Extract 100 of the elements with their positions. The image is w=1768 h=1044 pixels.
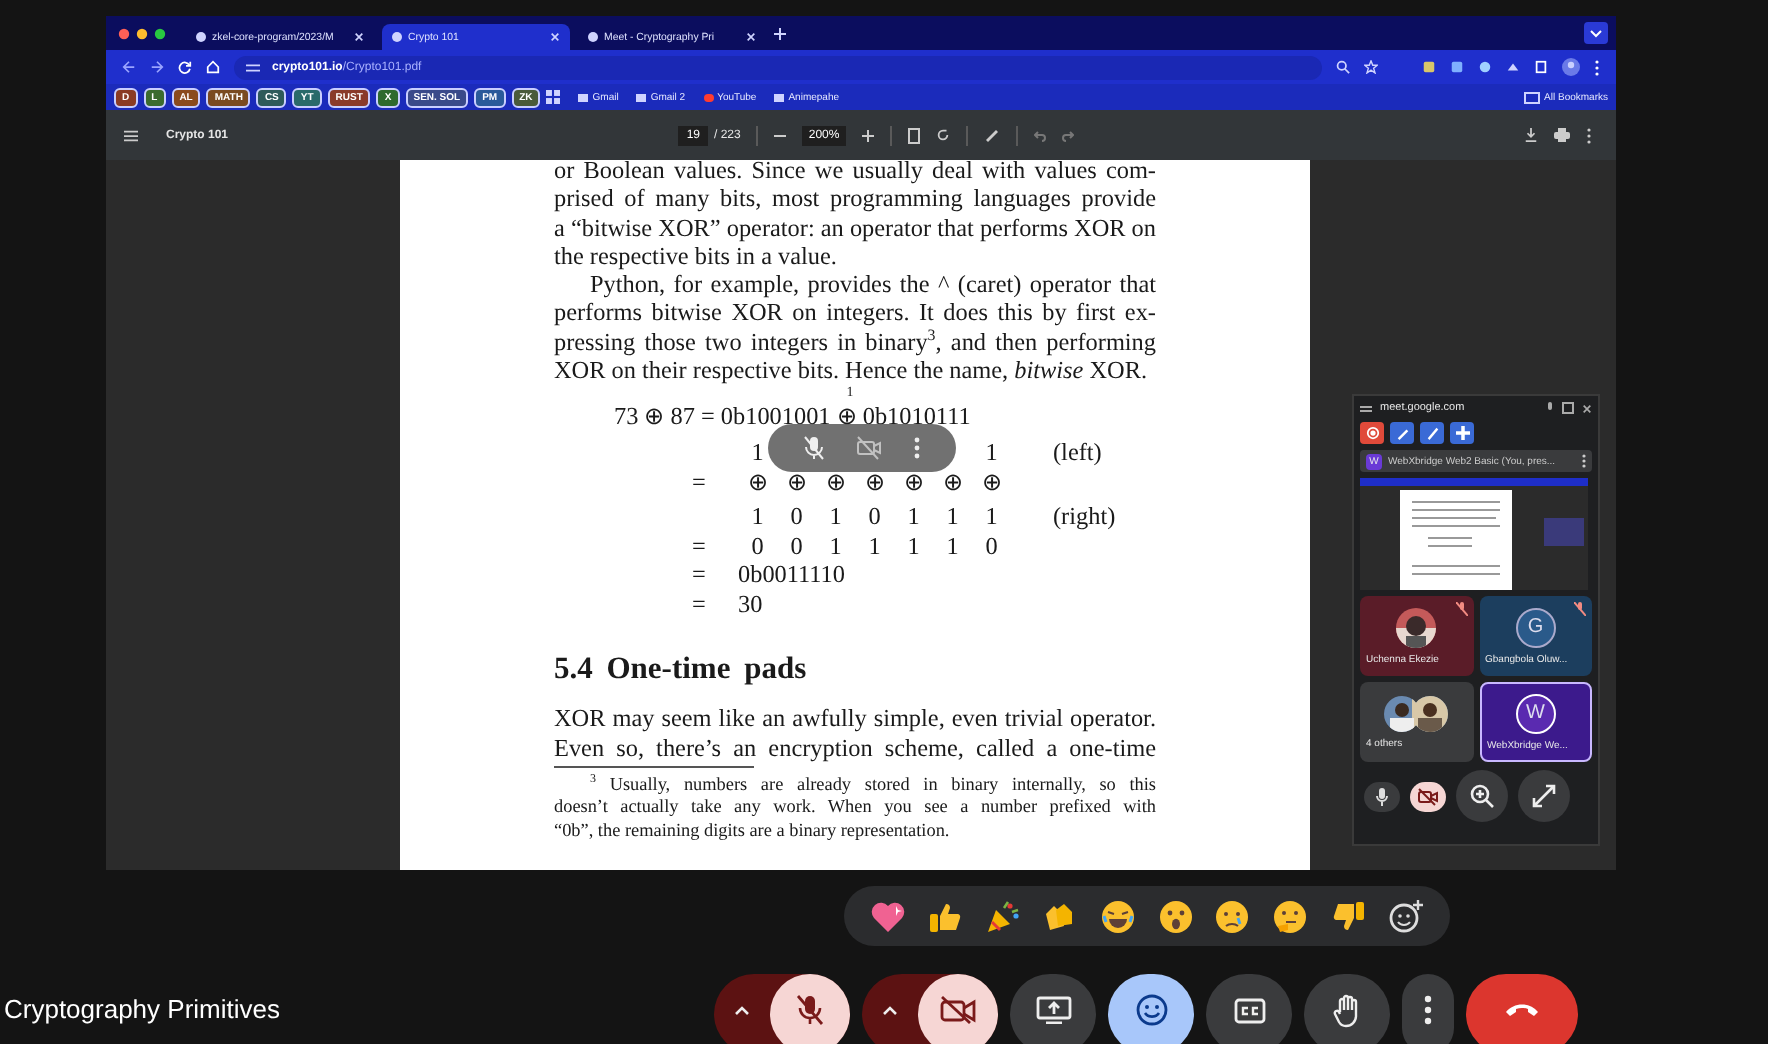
caret-icon[interactable] [882, 1005, 898, 1015]
camera-icon[interactable] [940, 996, 976, 1024]
hand-icon[interactable] [1331, 993, 1363, 1027]
redo-icon[interactable] [1061, 129, 1074, 141]
math-result: 30 [738, 589, 763, 619]
star-icon[interactable] [1364, 60, 1378, 74]
surprised-face-icon[interactable] [1157, 899, 1194, 933]
laughing-face-icon[interactable] [1100, 899, 1137, 933]
apps-icon[interactable] [546, 90, 561, 104]
mic-button[interactable] [1364, 781, 1400, 811]
back-icon[interactable] [122, 60, 136, 74]
math-digit: ⊕ [901, 467, 926, 497]
math-digit: 1 [866, 531, 883, 561]
zoom-in-button[interactable] [1456, 770, 1508, 822]
thumbs-down-icon[interactable] [1329, 899, 1366, 933]
fit-page-icon[interactable] [907, 127, 920, 143]
section-heading: 5.4 One-time pads [554, 652, 809, 689]
zoom-out-icon[interactable] [774, 129, 787, 141]
extensions-icon[interactable] [1534, 60, 1548, 74]
add-reaction-icon[interactable] [1387, 899, 1424, 933]
math-digit: 1 [944, 531, 961, 561]
math-digit: 1 [983, 502, 1000, 532]
smiley-icon[interactable] [1135, 994, 1167, 1026]
math-digit: 1 [749, 502, 766, 532]
pen-button[interactable] [1390, 422, 1414, 444]
home-icon[interactable] [206, 60, 220, 74]
more-icon[interactable] [1586, 127, 1593, 143]
present-screen-button[interactable] [1010, 974, 1096, 1044]
profile-icon[interactable] [1562, 58, 1580, 76]
swap-icon[interactable] [1360, 403, 1372, 413]
pointer-icon[interactable] [1455, 426, 1469, 440]
phone-icon[interactable] [1504, 1002, 1540, 1018]
mic-icon[interactable] [1546, 402, 1554, 414]
raise-hand-button[interactable] [1304, 974, 1390, 1044]
caret-icon[interactable] [734, 1005, 750, 1015]
pen-icon[interactable] [1425, 426, 1439, 440]
more-options-button[interactable] [1402, 974, 1454, 1044]
pen-icon[interactable] [1395, 426, 1409, 440]
body-paragraph: or Boolean values. Since we usually deal with values com- prised of many bits, most programming languages provide a “bitwise XOR” operator: an operator that performs XOR on the respective bits in a value. [554, 160, 1156, 271]
meeting-title: Cryptography Primitives [4, 994, 280, 1024]
download-icon[interactable] [1524, 128, 1539, 142]
captions-icon[interactable] [1233, 997, 1265, 1023]
more-icon[interactable] [1424, 994, 1432, 1026]
captions-button[interactable] [1206, 974, 1292, 1044]
math-digit: 1 [749, 438, 766, 468]
leave-call-button[interactable] [1466, 974, 1578, 1044]
microphone-icon[interactable] [796, 994, 824, 1026]
party-popper-icon[interactable] [985, 899, 1022, 933]
muted-icon [1574, 602, 1586, 616]
tab-search-icon[interactable] [1584, 22, 1608, 44]
camera-button[interactable] [1410, 781, 1446, 811]
undo-icon[interactable] [1033, 129, 1046, 141]
math-digit: ⊕ [862, 467, 887, 497]
crying-face-icon[interactable] [1214, 899, 1251, 933]
zoom-icon[interactable] [1336, 60, 1350, 74]
close-icon[interactable] [550, 32, 560, 42]
pointer-button[interactable] [1450, 422, 1474, 444]
menu-icon[interactable] [124, 129, 138, 141]
forward-icon[interactable] [150, 60, 164, 74]
expand-icon[interactable] [1562, 402, 1574, 414]
fullscreen-button[interactable] [1518, 770, 1570, 822]
math-digit: 0 [983, 531, 1000, 561]
camera-off-icon[interactable] [1418, 787, 1438, 805]
thinking-face-icon[interactable] [1272, 899, 1309, 933]
close-icon[interactable] [354, 32, 364, 42]
menu-icon[interactable] [1594, 59, 1600, 75]
avatar: W [1515, 693, 1556, 733]
more-icon[interactable] [914, 436, 920, 460]
record-icon[interactable] [1365, 426, 1379, 440]
zoom-in-icon[interactable] [1470, 784, 1494, 808]
math-digit: ⊕ [784, 467, 809, 497]
math-digit: 0 [788, 502, 805, 532]
new-tab-icon[interactable] [774, 27, 786, 39]
math-digit: ⊕ [979, 467, 1004, 497]
math-digit: 1 [827, 531, 844, 561]
rotate-icon[interactable] [935, 128, 950, 142]
heart-icon[interactable] [870, 899, 907, 933]
avatar: G [1515, 607, 1556, 647]
equals-sign: = [692, 467, 706, 496]
fullscreen-icon[interactable] [1532, 784, 1556, 808]
site-info-icon[interactable] [246, 61, 260, 73]
zoom-in-icon[interactable] [861, 129, 874, 141]
pen-button[interactable] [1420, 422, 1444, 444]
camera-button[interactable] [918, 974, 998, 1044]
print-icon[interactable] [1554, 128, 1571, 142]
row-label: (right) [1053, 502, 1116, 532]
microphone-button[interactable] [770, 974, 850, 1044]
math-digit: 0 [749, 531, 766, 561]
reload-icon[interactable] [178, 60, 192, 74]
annotate-icon[interactable] [983, 128, 1000, 142]
record-button[interactable] [1360, 422, 1384, 444]
equals-sign: = [692, 560, 706, 589]
mic-icon[interactable] [1376, 787, 1388, 805]
window-controls-icon[interactable] [118, 27, 170, 39]
mic-off-icon[interactable] [804, 436, 824, 460]
reactions-button[interactable] [1108, 974, 1194, 1044]
close-icon[interactable] [746, 32, 756, 42]
thumbs-up-icon[interactable] [928, 899, 965, 933]
close-icon[interactable] [1582, 403, 1592, 413]
present-screen-icon[interactable] [1035, 996, 1071, 1024]
